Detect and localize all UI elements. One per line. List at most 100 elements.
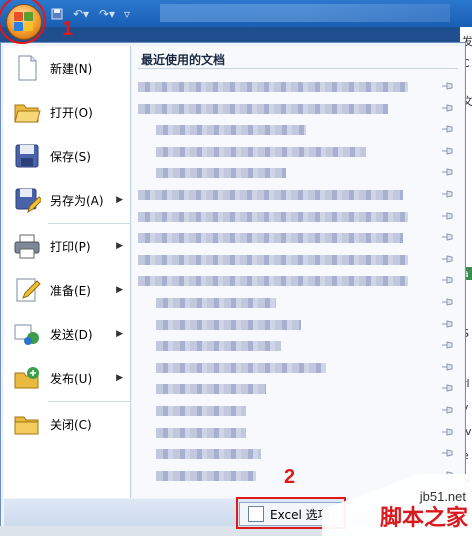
recent-divider [138, 68, 458, 69]
recent-document-name [156, 319, 301, 330]
recent-document-item[interactable] [132, 377, 464, 401]
prepare-icon [13, 276, 41, 304]
recent-document-item[interactable] [132, 291, 464, 315]
recent-document-name [156, 470, 256, 481]
pin-icon[interactable] [441, 189, 454, 200]
blurred-title [160, 4, 450, 22]
recent-document-item[interactable] [132, 356, 464, 380]
submenu-arrow-icon: ▶ [116, 241, 123, 251]
recent-document-item[interactable] [132, 269, 464, 293]
pin-icon[interactable] [441, 103, 454, 114]
recent-document-item[interactable] [132, 140, 464, 164]
menu-item-send[interactable]: 发送(D) ▶ [4, 314, 131, 354]
pin-icon[interactable] [441, 427, 454, 438]
close-folder-icon [13, 410, 41, 438]
recent-document-name [156, 298, 276, 308]
recent-document-name [156, 125, 306, 136]
watermark: jb51.net 脚本之家 [322, 474, 472, 536]
step-1-label: 1 [62, 18, 74, 40]
pin-icon[interactable] [441, 383, 454, 394]
recent-document-name [156, 146, 366, 157]
recent-document-item[interactable] [132, 183, 464, 207]
pin-icon[interactable] [441, 232, 454, 243]
pin-icon[interactable] [441, 340, 454, 351]
recent-document-item[interactable] [132, 399, 464, 423]
menu-item-label: 打开(O) [50, 105, 93, 120]
pin-icon[interactable] [441, 362, 454, 373]
menu-item-save[interactable]: 保存(S) [4, 136, 131, 176]
watermark-brand: 脚本之家 [379, 506, 468, 531]
recent-document-item[interactable] [132, 226, 464, 250]
menu-item-label: 另存为(A) [50, 193, 104, 208]
recent-document-item[interactable] [132, 118, 464, 142]
redo-icon[interactable]: ↷▾ [96, 6, 118, 22]
recent-document-item[interactable] [132, 313, 464, 337]
recent-document-name [138, 254, 408, 265]
recent-document-item[interactable] [132, 442, 464, 466]
recent-document-name [138, 276, 408, 287]
recent-document-name [138, 103, 388, 114]
publish-icon [13, 364, 41, 392]
recent-document-name [156, 406, 246, 416]
submenu-arrow-icon: ▶ [116, 329, 123, 339]
recent-document-name [138, 190, 403, 200]
pin-icon[interactable] [441, 211, 454, 222]
menu-commands: 新建(N) 打开(O) 保存(S) 另存为(A) ▶ 打印(P) ▶ 准备(E)… [4, 46, 131, 498]
recent-document-item[interactable] [132, 75, 464, 99]
pin-icon[interactable] [441, 146, 454, 157]
menu-item-publish[interactable]: 发布(U) ▶ [4, 358, 131, 398]
pin-icon[interactable] [441, 319, 454, 330]
menu-item-label: 准备(E) [50, 283, 91, 298]
menu-divider [48, 401, 130, 402]
recent-document-name [156, 362, 326, 373]
recent-document-name [156, 168, 286, 179]
menu-item-label: 发送(D) [50, 327, 93, 342]
recent-document-item[interactable] [132, 248, 464, 272]
menu-item-label: 打印(P) [50, 239, 91, 254]
pin-icon[interactable] [441, 405, 454, 416]
recent-document-item[interactable] [132, 205, 464, 229]
pin-icon[interactable] [441, 124, 454, 135]
recent-document-name [156, 449, 261, 460]
menu-item-new[interactable]: 新建(N) [4, 48, 131, 88]
recent-document-name [138, 233, 403, 244]
recent-document-item[interactable] [132, 97, 464, 121]
menu-item-label: 发布(U) [50, 371, 93, 386]
submenu-arrow-icon: ▶ [116, 373, 123, 383]
recent-document-item[interactable] [132, 334, 464, 358]
recent-document-name [138, 82, 408, 92]
recent-document-name [156, 427, 246, 438]
menu-item-prepare[interactable]: 准备(E) ▶ [4, 270, 131, 310]
menu-item-print[interactable]: 打印(P) ▶ [4, 226, 131, 266]
recent-document-name [156, 384, 266, 395]
customize-toolbar-icon[interactable]: ▿ [120, 6, 134, 22]
send-icon [13, 320, 41, 348]
recent-document-name [156, 341, 281, 352]
undo-icon[interactable]: ↶▾ [70, 6, 92, 22]
recent-document-item[interactable] [132, 421, 464, 445]
recent-documents-pane: 最近使用的文档 [132, 46, 464, 498]
menu-item-save-as[interactable]: 另存为(A) ▶ [4, 180, 131, 220]
menu-item-label: 新建(N) [50, 61, 93, 76]
menu-item-label: 保存(S) [50, 149, 91, 164]
recent-document-item[interactable] [132, 161, 464, 185]
printer-icon [13, 232, 41, 260]
menu-item-close[interactable]: 关闭(C) [4, 404, 131, 444]
submenu-arrow-icon: ▶ [116, 195, 123, 205]
recent-document-name [138, 211, 408, 222]
menu-item-open[interactable]: 打开(O) [4, 92, 131, 132]
pin-icon[interactable] [441, 254, 454, 265]
recent-documents-title: 最近使用的文档 [141, 53, 226, 67]
highlight-circle [0, 0, 46, 44]
save-as-icon [13, 186, 43, 214]
pin-icon[interactable] [441, 167, 454, 178]
menu-item-label: 关闭(C) [50, 417, 92, 432]
pin-icon[interactable] [441, 81, 454, 92]
save-disk-icon [13, 142, 41, 170]
submenu-arrow-icon: ▶ [116, 285, 123, 295]
open-folder-icon [13, 98, 41, 126]
pin-icon[interactable] [441, 275, 454, 286]
pin-icon[interactable] [441, 448, 454, 459]
new-document-icon [13, 54, 41, 82]
pin-icon[interactable] [441, 297, 454, 308]
